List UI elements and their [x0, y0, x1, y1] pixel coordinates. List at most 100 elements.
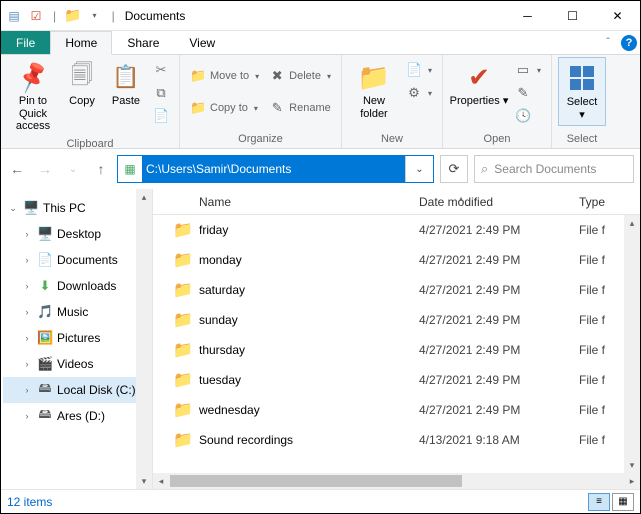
expand-icon[interactable]: ›: [21, 307, 33, 317]
easy-access-button[interactable]: ⚙▾: [402, 82, 436, 104]
tab-view[interactable]: View: [174, 31, 230, 54]
column-name[interactable]: Name: [199, 195, 419, 209]
expand-icon[interactable]: ›: [21, 333, 33, 343]
search-box[interactable]: ⌕ Search Documents: [474, 155, 634, 183]
file-row[interactable]: 📁saturday4/27/2021 2:49 PMFile f: [153, 275, 640, 305]
large-icons-view-button[interactable]: ▦: [612, 493, 634, 511]
file-row[interactable]: 📁sunday4/27/2021 2:49 PMFile f: [153, 305, 640, 335]
address-input[interactable]: [142, 156, 405, 182]
copy-path-button[interactable]: ⧉: [149, 82, 173, 104]
tree-item-icon: 🎵: [37, 304, 53, 320]
address-bar[interactable]: ▦ ⌄: [117, 155, 434, 183]
refresh-button[interactable]: ⟳: [440, 155, 468, 183]
move-to-button[interactable]: 📁Move to▾: [186, 65, 263, 87]
collapse-icon[interactable]: ⌄: [7, 203, 19, 214]
tree-ares[interactable]: › 🖴 Ares (D:): [3, 403, 152, 429]
file-date: 4/27/2021 2:49 PM: [419, 373, 579, 387]
history-button[interactable]: 🕓: [511, 105, 545, 127]
file-name: Sound recordings: [199, 433, 419, 447]
new-folder-button[interactable]: 📁 New folder: [348, 57, 400, 124]
column-headers[interactable]: Name Date modified▴ Type: [153, 189, 640, 215]
delete-button[interactable]: ✖Delete▾: [265, 65, 335, 87]
scroll-thumb[interactable]: [170, 475, 462, 487]
copy-to-button[interactable]: 📁Copy to▾: [186, 97, 263, 119]
cut-button[interactable]: ✂: [149, 59, 173, 81]
address-dropdown[interactable]: ⌄: [405, 156, 433, 182]
scroll-up-icon[interactable]: ▴: [136, 189, 152, 205]
tree-item-documents[interactable]: ›📄Documents: [3, 247, 152, 273]
address-icon[interactable]: ▦: [118, 162, 142, 176]
recent-locations-button[interactable]: ⌄: [63, 159, 83, 179]
tab-home[interactable]: Home: [50, 31, 112, 55]
qat-app-icon[interactable]: ▤: [5, 7, 23, 25]
copy-path-icon: ⧉: [153, 85, 169, 101]
copy-button[interactable]: 🗐 Copy: [61, 57, 103, 112]
qat-properties-icon[interactable]: ☑: [27, 7, 45, 25]
tree-label: Ares (D:): [57, 409, 105, 423]
file-date: 4/27/2021 2:49 PM: [419, 313, 579, 327]
tab-file[interactable]: File: [1, 31, 50, 54]
close-button[interactable]: ✕: [595, 1, 640, 31]
tree-scrollbar[interactable]: ▴ ▾: [136, 189, 152, 489]
sort-indicator-icon: ▴: [459, 194, 463, 203]
folder-icon: 📁: [173, 280, 199, 300]
tree-local-disk[interactable]: › 🖴 Local Disk (C:): [3, 377, 152, 403]
select-button[interactable]: Select▾: [558, 57, 606, 126]
back-button[interactable]: ←: [7, 159, 27, 179]
rename-button[interactable]: ✎Rename: [265, 97, 335, 119]
expand-icon[interactable]: ›: [21, 359, 33, 369]
expand-icon[interactable]: ›: [21, 281, 33, 291]
copy-icon: 🗐: [71, 58, 93, 96]
file-row[interactable]: 📁friday4/27/2021 2:49 PMFile f: [153, 215, 640, 245]
horizontal-scrollbar[interactable]: ◂ ▸: [153, 473, 640, 489]
expand-icon[interactable]: ›: [21, 255, 33, 265]
up-button[interactable]: ↑: [91, 159, 111, 179]
minimize-button[interactable]: ─: [505, 1, 550, 31]
file-row[interactable]: 📁thursday4/27/2021 2:49 PMFile f: [153, 335, 640, 365]
help-button[interactable]: ?: [618, 31, 640, 54]
forward-button[interactable]: →: [35, 159, 55, 179]
scroll-right-icon[interactable]: ▸: [624, 476, 640, 487]
tree-label: This PC: [43, 201, 86, 215]
file-row[interactable]: 📁monday4/27/2021 2:49 PMFile f: [153, 245, 640, 275]
expand-icon[interactable]: ›: [21, 385, 33, 395]
expand-icon[interactable]: ›: [21, 411, 33, 421]
window-title: Documents: [125, 9, 186, 23]
file-type: File f: [579, 343, 605, 357]
expand-icon[interactable]: ›: [21, 229, 33, 239]
title-bar: ▤ ☑ | 📁 ▾ | Documents ─ ☐ ✕: [1, 1, 640, 31]
navigation-pane[interactable]: ⌄ 🖥️ This PC ›🖥️Desktop›📄Documents›⬇Down…: [1, 189, 153, 489]
file-row[interactable]: 📁tuesday4/27/2021 2:49 PMFile f: [153, 365, 640, 395]
tree-this-pc[interactable]: ⌄ 🖥️ This PC: [3, 195, 152, 221]
tree-item-music[interactable]: ›🎵Music: [3, 299, 152, 325]
tree-item-videos[interactable]: ›🎬Videos: [3, 351, 152, 377]
scroll-left-icon[interactable]: ◂: [153, 476, 169, 487]
tree-item-icon: 📄: [37, 252, 53, 268]
pin-to-quick-access-button[interactable]: 📌 Pin to Quick access: [7, 57, 59, 137]
tree-item-pictures[interactable]: ›🖼️Pictures: [3, 325, 152, 351]
details-view-button[interactable]: ≡: [588, 493, 610, 511]
maximize-button[interactable]: ☐: [550, 1, 595, 31]
tab-share[interactable]: Share: [112, 31, 174, 54]
tree-item-desktop[interactable]: ›🖥️Desktop: [3, 221, 152, 247]
file-row[interactable]: 📁Sound recordings4/13/2021 9:18 AMFile f: [153, 425, 640, 455]
open-button[interactable]: ▭▾: [511, 59, 545, 81]
properties-button[interactable]: ✔ Properties ▾: [449, 57, 509, 112]
vertical-scrollbar[interactable]: ▴ ▾: [624, 215, 640, 473]
edit-button[interactable]: ✎: [511, 82, 545, 104]
qat-dropdown-icon[interactable]: ▾: [86, 7, 104, 25]
scroll-down-icon[interactable]: ▾: [136, 473, 152, 489]
file-type: File f: [579, 223, 605, 237]
ribbon-collapse-icon[interactable]: ˆ: [598, 31, 618, 54]
tree-item-downloads[interactable]: ›⬇Downloads: [3, 273, 152, 299]
paste-shortcut-button[interactable]: 📄: [149, 105, 173, 127]
column-date[interactable]: Date modified▴: [419, 195, 579, 209]
paste-button[interactable]: 📋 Paste: [105, 57, 147, 112]
new-item-button[interactable]: 📄▾: [402, 59, 436, 81]
column-type[interactable]: Type: [579, 195, 605, 209]
copy-label: Copy: [69, 95, 95, 108]
new-folder-label: New folder: [360, 95, 388, 120]
scroll-down-icon[interactable]: ▾: [624, 457, 640, 473]
scroll-up-icon[interactable]: ▴: [624, 215, 640, 231]
file-row[interactable]: 📁wednesday4/27/2021 2:49 PMFile f: [153, 395, 640, 425]
